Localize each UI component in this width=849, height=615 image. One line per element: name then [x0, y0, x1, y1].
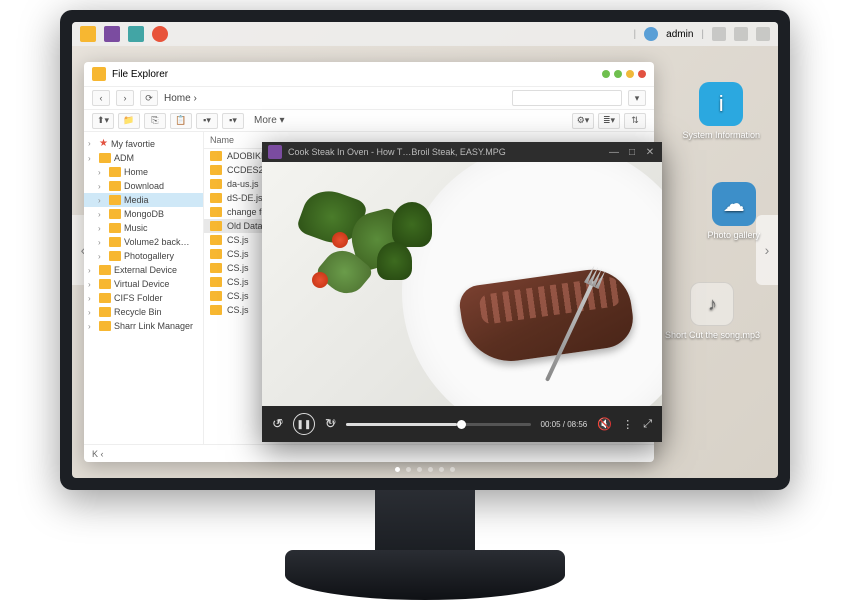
taskbar-app-files-icon[interactable]: [80, 26, 96, 42]
close-button[interactable]: [638, 70, 646, 78]
copy-button[interactable]: ⎘: [144, 113, 166, 129]
tree-item[interactable]: ›Recycle Bin: [84, 305, 203, 319]
player-app-icon: [268, 145, 282, 159]
taskbar-app-media-icon[interactable]: [104, 26, 120, 42]
desktop-icon-label: Short Cut the song.mp3: [665, 330, 760, 340]
pager-dot[interactable]: [417, 467, 422, 472]
skip-back-button[interactable]: ↺10: [272, 416, 283, 432]
pager-dot[interactable]: [450, 467, 455, 472]
seek-fill: [346, 423, 457, 426]
tree-item[interactable]: ›Home: [84, 165, 203, 179]
window-titlebar[interactable]: File Explorer: [84, 62, 654, 86]
action-button[interactable]: ▪▾: [196, 113, 218, 129]
mp3-file-icon: ♪: [690, 282, 734, 326]
pause-button[interactable]: ❚❚: [293, 413, 315, 435]
folder-tree: ›★My favortie›ADM›Home›Download›Media›Mo…: [84, 132, 204, 444]
mute-button[interactable]: 🔇: [597, 417, 612, 431]
tree-item[interactable]: ›MongoDB: [84, 207, 203, 221]
fullscreen-button[interactable]: ⤢: [643, 418, 652, 431]
pager-dot[interactable]: [439, 467, 444, 472]
video-viewport[interactable]: [262, 162, 662, 406]
close-button[interactable]: ✕: [644, 147, 656, 158]
refresh-button[interactable]: ⟳: [140, 90, 158, 106]
taskbar-app-photos-icon[interactable]: [128, 26, 144, 42]
seek-handle[interactable]: [457, 420, 466, 429]
taskbar: | admin |: [72, 22, 778, 46]
tree-item[interactable]: ›CIFS Folder: [84, 291, 203, 305]
maximize-button[interactable]: [626, 70, 634, 78]
paste-button[interactable]: 📋: [170, 113, 192, 129]
taskbar-notify-icon[interactable]: [712, 27, 726, 41]
search-input[interactable]: [512, 90, 622, 106]
tree-item[interactable]: ›Photogallery: [84, 249, 203, 263]
tree-item[interactable]: ›Volume2 back…: [84, 235, 203, 249]
desktop-icon-label: Photo gallery: [707, 230, 760, 240]
desktop-pager[interactable]: [395, 467, 455, 472]
seek-bar[interactable]: [346, 423, 531, 426]
user-avatar-icon[interactable]: [644, 27, 658, 41]
pager-dot[interactable]: [395, 467, 400, 472]
settings-icon[interactable]: ⋮: [622, 418, 633, 431]
tree-item[interactable]: ›Download: [84, 179, 203, 193]
pager-dot[interactable]: [428, 467, 433, 472]
back-button[interactable]: ‹: [92, 90, 110, 106]
taskbar-settings-icon[interactable]: [756, 27, 770, 41]
desktop-screen: | admin | ‹ › i System Information ☁ Pho…: [72, 22, 778, 478]
window-title: File Explorer: [112, 69, 168, 80]
maximize-button[interactable]: □: [626, 147, 638, 158]
status-bar: K ‹: [84, 444, 654, 462]
taskbar-app-music-icon[interactable]: [152, 26, 168, 42]
tree-item[interactable]: ›Sharr Link Manager: [84, 319, 203, 333]
divider: |: [701, 29, 704, 40]
upload-button[interactable]: ⬆▾: [92, 113, 114, 129]
player-title: Cook Steak In Oven - How T…Broil Steak, …: [288, 147, 602, 157]
forward-button[interactable]: ›: [116, 90, 134, 106]
sort-button[interactable]: ⇅: [624, 113, 646, 129]
action-button[interactable]: ▪▾: [222, 113, 244, 129]
tree-item[interactable]: ›Music: [84, 221, 203, 235]
salad: [272, 172, 472, 352]
time-display: 00:05 / 08:56: [541, 420, 588, 429]
view-list-button[interactable]: ≣▾: [598, 113, 620, 129]
action-toolbar: ⬆▾ 📁 ⎘ 📋 ▪▾ ▪▾ More ▾ ⚙▾ ≣▾ ⇅: [84, 110, 654, 132]
desktop-icon-mp3-shortcut[interactable]: ♪ Short Cut the song.mp3: [665, 282, 760, 340]
taskbar-search-icon[interactable]: [734, 27, 748, 41]
minimize-button[interactable]: —: [608, 147, 620, 158]
desktop-icon-system-info[interactable]: i System Information: [682, 82, 760, 140]
user-label[interactable]: admin: [666, 29, 693, 40]
tree-item[interactable]: ›Virtual Device: [84, 277, 203, 291]
minimize-button[interactable]: [602, 70, 610, 78]
column-name[interactable]: Name: [210, 135, 234, 145]
cloud-icon: ☁: [712, 182, 756, 226]
tree-item[interactable]: ›ADM: [84, 151, 203, 165]
pager[interactable]: K ‹: [92, 449, 104, 459]
player-titlebar[interactable]: Cook Steak In Oven - How T…Broil Steak, …: [262, 142, 662, 162]
tree-item[interactable]: ›Media: [84, 193, 203, 207]
nav-toolbar: ‹ › ⟳ Home › ▾: [84, 86, 654, 110]
new-folder-button[interactable]: 📁: [118, 113, 140, 129]
app-icon: [92, 67, 106, 81]
player-controls: ↺10 ❚❚ ↻10 00:05 / 08:56 🔇 ⋮ ⤢: [262, 406, 662, 442]
pager-dot[interactable]: [406, 467, 411, 472]
skip-forward-button[interactable]: ↻10: [325, 416, 336, 432]
window-button[interactable]: [614, 70, 622, 78]
desktop-icon-label: System Information: [682, 130, 760, 140]
tree-item[interactable]: ›★My favortie: [84, 136, 203, 151]
divider: |: [634, 29, 637, 40]
address-menu-button[interactable]: ▾: [628, 90, 646, 106]
media-player-window: Cook Steak In Oven - How T…Broil Steak, …: [262, 142, 662, 442]
more-button[interactable]: More ▾: [248, 115, 291, 126]
settings-button[interactable]: ⚙▾: [572, 113, 594, 129]
info-icon: i: [699, 82, 743, 126]
breadcrumb[interactable]: Home ›: [164, 93, 197, 104]
desktop-icon-photo-gallery[interactable]: ☁ Photo gallery: [707, 182, 760, 240]
tree-item[interactable]: ›External Device: [84, 263, 203, 277]
